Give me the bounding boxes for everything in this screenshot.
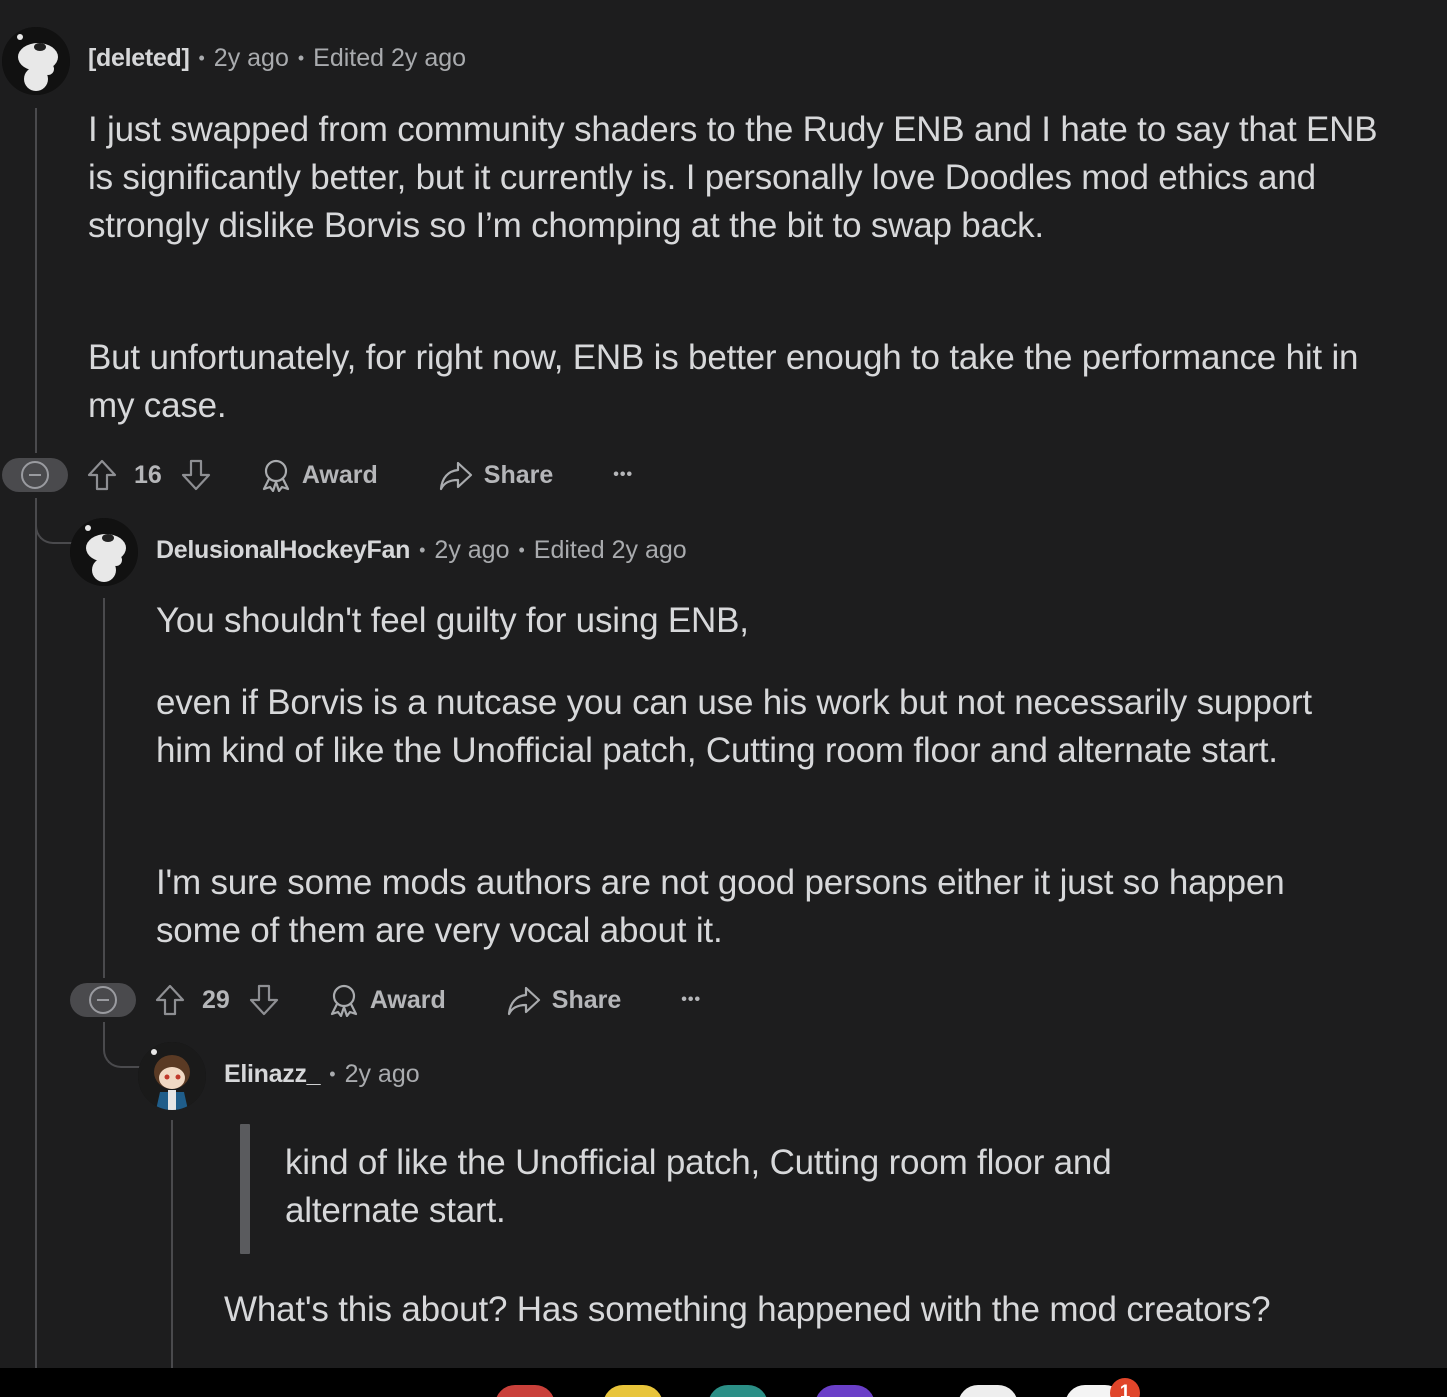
share-button[interactable]: Share [506, 983, 621, 1017]
upvote-icon[interactable] [154, 983, 186, 1017]
vote-count: 29 [202, 985, 230, 1014]
avatar[interactable] [138, 1042, 206, 1110]
separator-dot: • [297, 48, 305, 68]
comment-meta: [deleted] • 2y ago • Edited 2y ago [88, 44, 466, 73]
share-icon [438, 458, 474, 492]
collapse-icon [89, 986, 117, 1014]
award-label: Award [369, 985, 446, 1014]
comment-author[interactable]: DelusionalHockeyFan [156, 536, 410, 565]
comment-actions: 29 Award Share ••• [70, 980, 701, 1020]
collapse-button[interactable] [2, 458, 68, 492]
thread-elbow-reply-2 [103, 1022, 141, 1068]
comment-meta: DelusionalHockeyFan • 2y ago • Edited 2y… [156, 536, 687, 565]
award-button[interactable]: Award [328, 983, 446, 1017]
separator-dot: • [198, 48, 205, 68]
comment-actions: 16 Award Share ••• [2, 455, 633, 495]
blockquote-bar [240, 1124, 250, 1254]
comment-paragraph: You shouldn't feel guilty for using ENB, [156, 601, 749, 640]
collapse-button[interactable] [70, 983, 136, 1017]
snoo-avatar-icon [2, 27, 70, 95]
thread-line-level-3[interactable] [171, 1120, 173, 1368]
anime-avatar-icon [138, 1042, 206, 1110]
separator-dot: • [419, 540, 426, 560]
upvote-icon[interactable] [86, 458, 118, 492]
share-icon [506, 983, 542, 1017]
comment-paragraph: What's this about? Has something happene… [224, 1290, 1271, 1329]
vote-count: 16 [134, 460, 162, 489]
blockquote-text: kind of like the Unofficial patch, Cutti… [285, 1143, 1112, 1230]
downvote-icon[interactable] [248, 983, 280, 1017]
snoo-avatar-icon [70, 518, 138, 586]
more-icon[interactable]: ••• [681, 991, 701, 1009]
avatar[interactable] [2, 27, 70, 95]
award-label: Award [301, 460, 378, 489]
separator-dot: • [518, 540, 525, 560]
award-button[interactable]: Award [260, 458, 378, 492]
comment-age: 2y ago [213, 44, 289, 72]
comment-edited: Edited 2y ago [313, 44, 467, 72]
comment-paragraph: I'm sure some mods authors are not good … [156, 863, 1285, 950]
comment-paragraph: But unfortunately, for right now, ENB is… [88, 338, 1359, 425]
award-icon [328, 983, 360, 1017]
more-icon[interactable]: ••• [613, 466, 633, 484]
thread-line-level-1[interactable] [35, 108, 37, 453]
comment-paragraph: I just swapped from community shaders to… [88, 110, 1378, 245]
comment-paragraph: even if Borvis is a nutcase you can use … [156, 683, 1312, 770]
share-button[interactable]: Share [438, 458, 553, 492]
comment-edited: Edited 2y ago [533, 536, 687, 564]
separator-dot: • [329, 1064, 336, 1084]
comment-author[interactable]: [deleted] [88, 44, 190, 73]
thread-elbow-reply-1 [35, 498, 73, 544]
thread-line-level-1-continued[interactable] [35, 498, 37, 1368]
collapse-icon [21, 461, 49, 489]
downvote-icon[interactable] [180, 458, 212, 492]
comment-meta: Elinazz_ • 2y ago [224, 1060, 420, 1089]
comment-body-clip: What's this about? Has something happene… [224, 1280, 1324, 1368]
award-icon [260, 458, 292, 492]
share-label: Share [551, 985, 622, 1014]
avatar[interactable] [70, 518, 138, 586]
comment-age: 2y ago [344, 1060, 420, 1088]
thread-line-level-2[interactable] [103, 598, 105, 978]
comment-author[interactable]: Elinazz_ [224, 1060, 321, 1089]
comment-age: 2y ago [434, 536, 510, 564]
share-label: Share [483, 460, 554, 489]
